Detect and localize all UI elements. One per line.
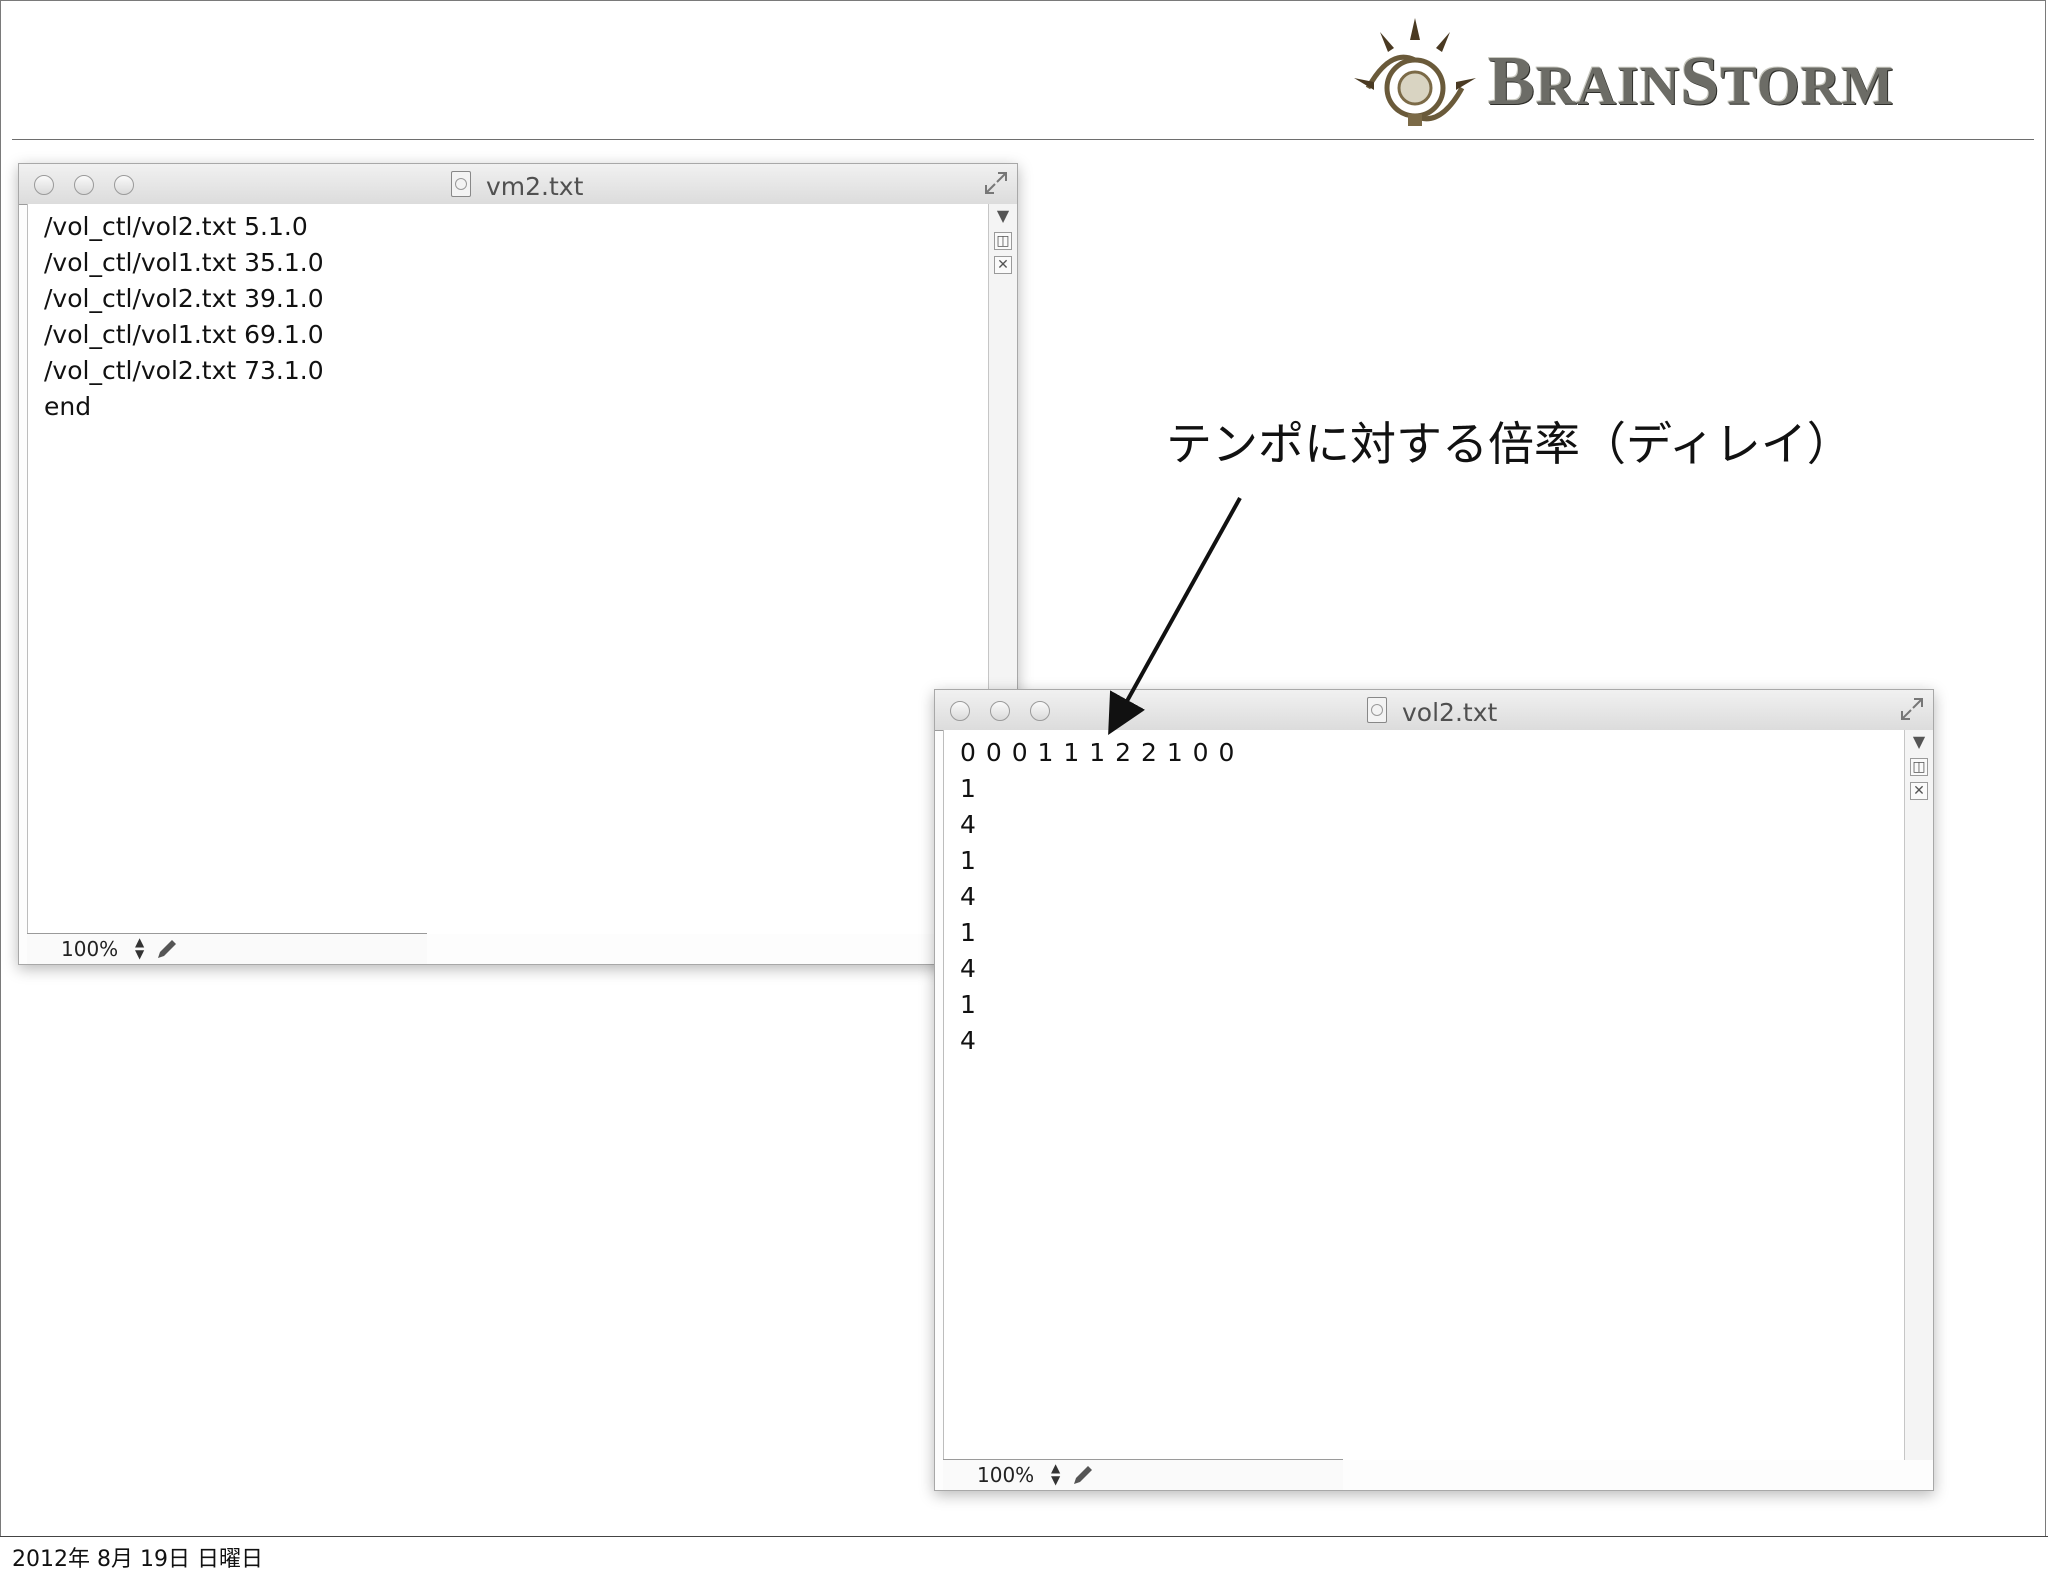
zoom-stepper-icon[interactable]: ▲ ▼: [1051, 1462, 1060, 1486]
pencil-icon[interactable]: [155, 937, 179, 961]
minimize-button[interactable]: [74, 175, 94, 195]
fullscreen-icon[interactable]: [1899, 696, 1925, 722]
header-divider: [12, 139, 2034, 140]
text-line: /vol_ctl/vol1.txt 35.1.0: [44, 248, 324, 277]
scroll-down-arrow-icon[interactable]: ▼: [1910, 734, 1928, 752]
status-bar: 100% ▲ ▼: [943, 1459, 1343, 1490]
text-line: end: [44, 392, 92, 421]
text-area[interactable]: 0 0 0 1 1 1 2 2 1 0 0 1 4 1 4 1 4 1 4: [943, 730, 1905, 1460]
fullscreen-icon[interactable]: [983, 170, 1009, 196]
text-line: 1: [960, 846, 976, 875]
minimize-button[interactable]: [990, 701, 1010, 721]
text-line: 1: [960, 918, 976, 947]
annotation-label: テンポに対する倍率（ディレイ）: [1166, 417, 1853, 471]
text-line: /vol_ctl/vol2.txt 73.1.0: [44, 356, 324, 385]
window-vol2: vol2.txt 0 0 0 1 1 1 2 2 1 0 0 1 4 1 4 1…: [934, 689, 1934, 1491]
text-area[interactable]: /vol_ctl/vol2.txt 5.1.0 /vol_ctl/vol1.tx…: [27, 204, 989, 934]
window-titlebar[interactable]: vol2.txt: [935, 690, 1933, 731]
brainstorm-logo: BRAINSTORM: [1350, 18, 2010, 138]
document-icon: [451, 171, 471, 197]
close-button[interactable]: [950, 701, 970, 721]
brand-wordmark: BRAINSTORM: [1488, 43, 1895, 120]
pencil-icon[interactable]: [1071, 1463, 1095, 1487]
window-vm2: vm2.txt /vol_ctl/vol2.txt 5.1.0 /vol_ctl…: [18, 163, 1018, 965]
status-bar: 100% ▲ ▼: [27, 933, 427, 964]
text-line: /vol_ctl/vol2.txt 5.1.0: [44, 212, 308, 241]
text-line: 0 0 0 1 1 1 2 2 1 0 0: [960, 738, 1236, 767]
zoom-button[interactable]: [114, 175, 134, 195]
lightbulb-compass-icon: [1354, 18, 1476, 126]
text-line: 4: [960, 882, 976, 911]
zoom-button[interactable]: [1030, 701, 1050, 721]
zoom-level[interactable]: 100%: [977, 1463, 1034, 1487]
close-split-icon[interactable]: ✕: [1910, 782, 1928, 800]
split-view-icon[interactable]: ◫: [1910, 758, 1928, 776]
scroll-down-arrow-icon[interactable]: ▼: [994, 208, 1012, 226]
text-line: /vol_ctl/vol2.txt 39.1.0: [44, 284, 324, 313]
text-line: /vol_ctl/vol1.txt 69.1.0: [44, 320, 324, 349]
text-line: 4: [960, 1026, 976, 1055]
text-line: 1: [960, 990, 976, 1019]
text-line: 4: [960, 954, 976, 983]
document-icon: [1367, 697, 1387, 723]
footer-divider: [0, 1536, 2048, 1537]
footer-date: 2012年 8月 19日 日曜日: [12, 1547, 263, 1572]
window-titlebar[interactable]: vm2.txt: [19, 164, 1017, 205]
close-button[interactable]: [34, 175, 54, 195]
vertical-scrollbar[interactable]: ▼ ◫ ✕: [1904, 730, 1933, 1460]
zoom-level[interactable]: 100%: [61, 937, 118, 961]
window-title: vol2.txt: [1402, 698, 1498, 727]
zoom-stepper-icon[interactable]: ▲ ▼: [135, 936, 144, 960]
close-split-icon[interactable]: ✕: [994, 256, 1012, 274]
window-title: vm2.txt: [486, 172, 584, 201]
text-line: 1: [960, 774, 976, 803]
split-view-icon[interactable]: ◫: [994, 232, 1012, 250]
text-line: 4: [960, 810, 976, 839]
